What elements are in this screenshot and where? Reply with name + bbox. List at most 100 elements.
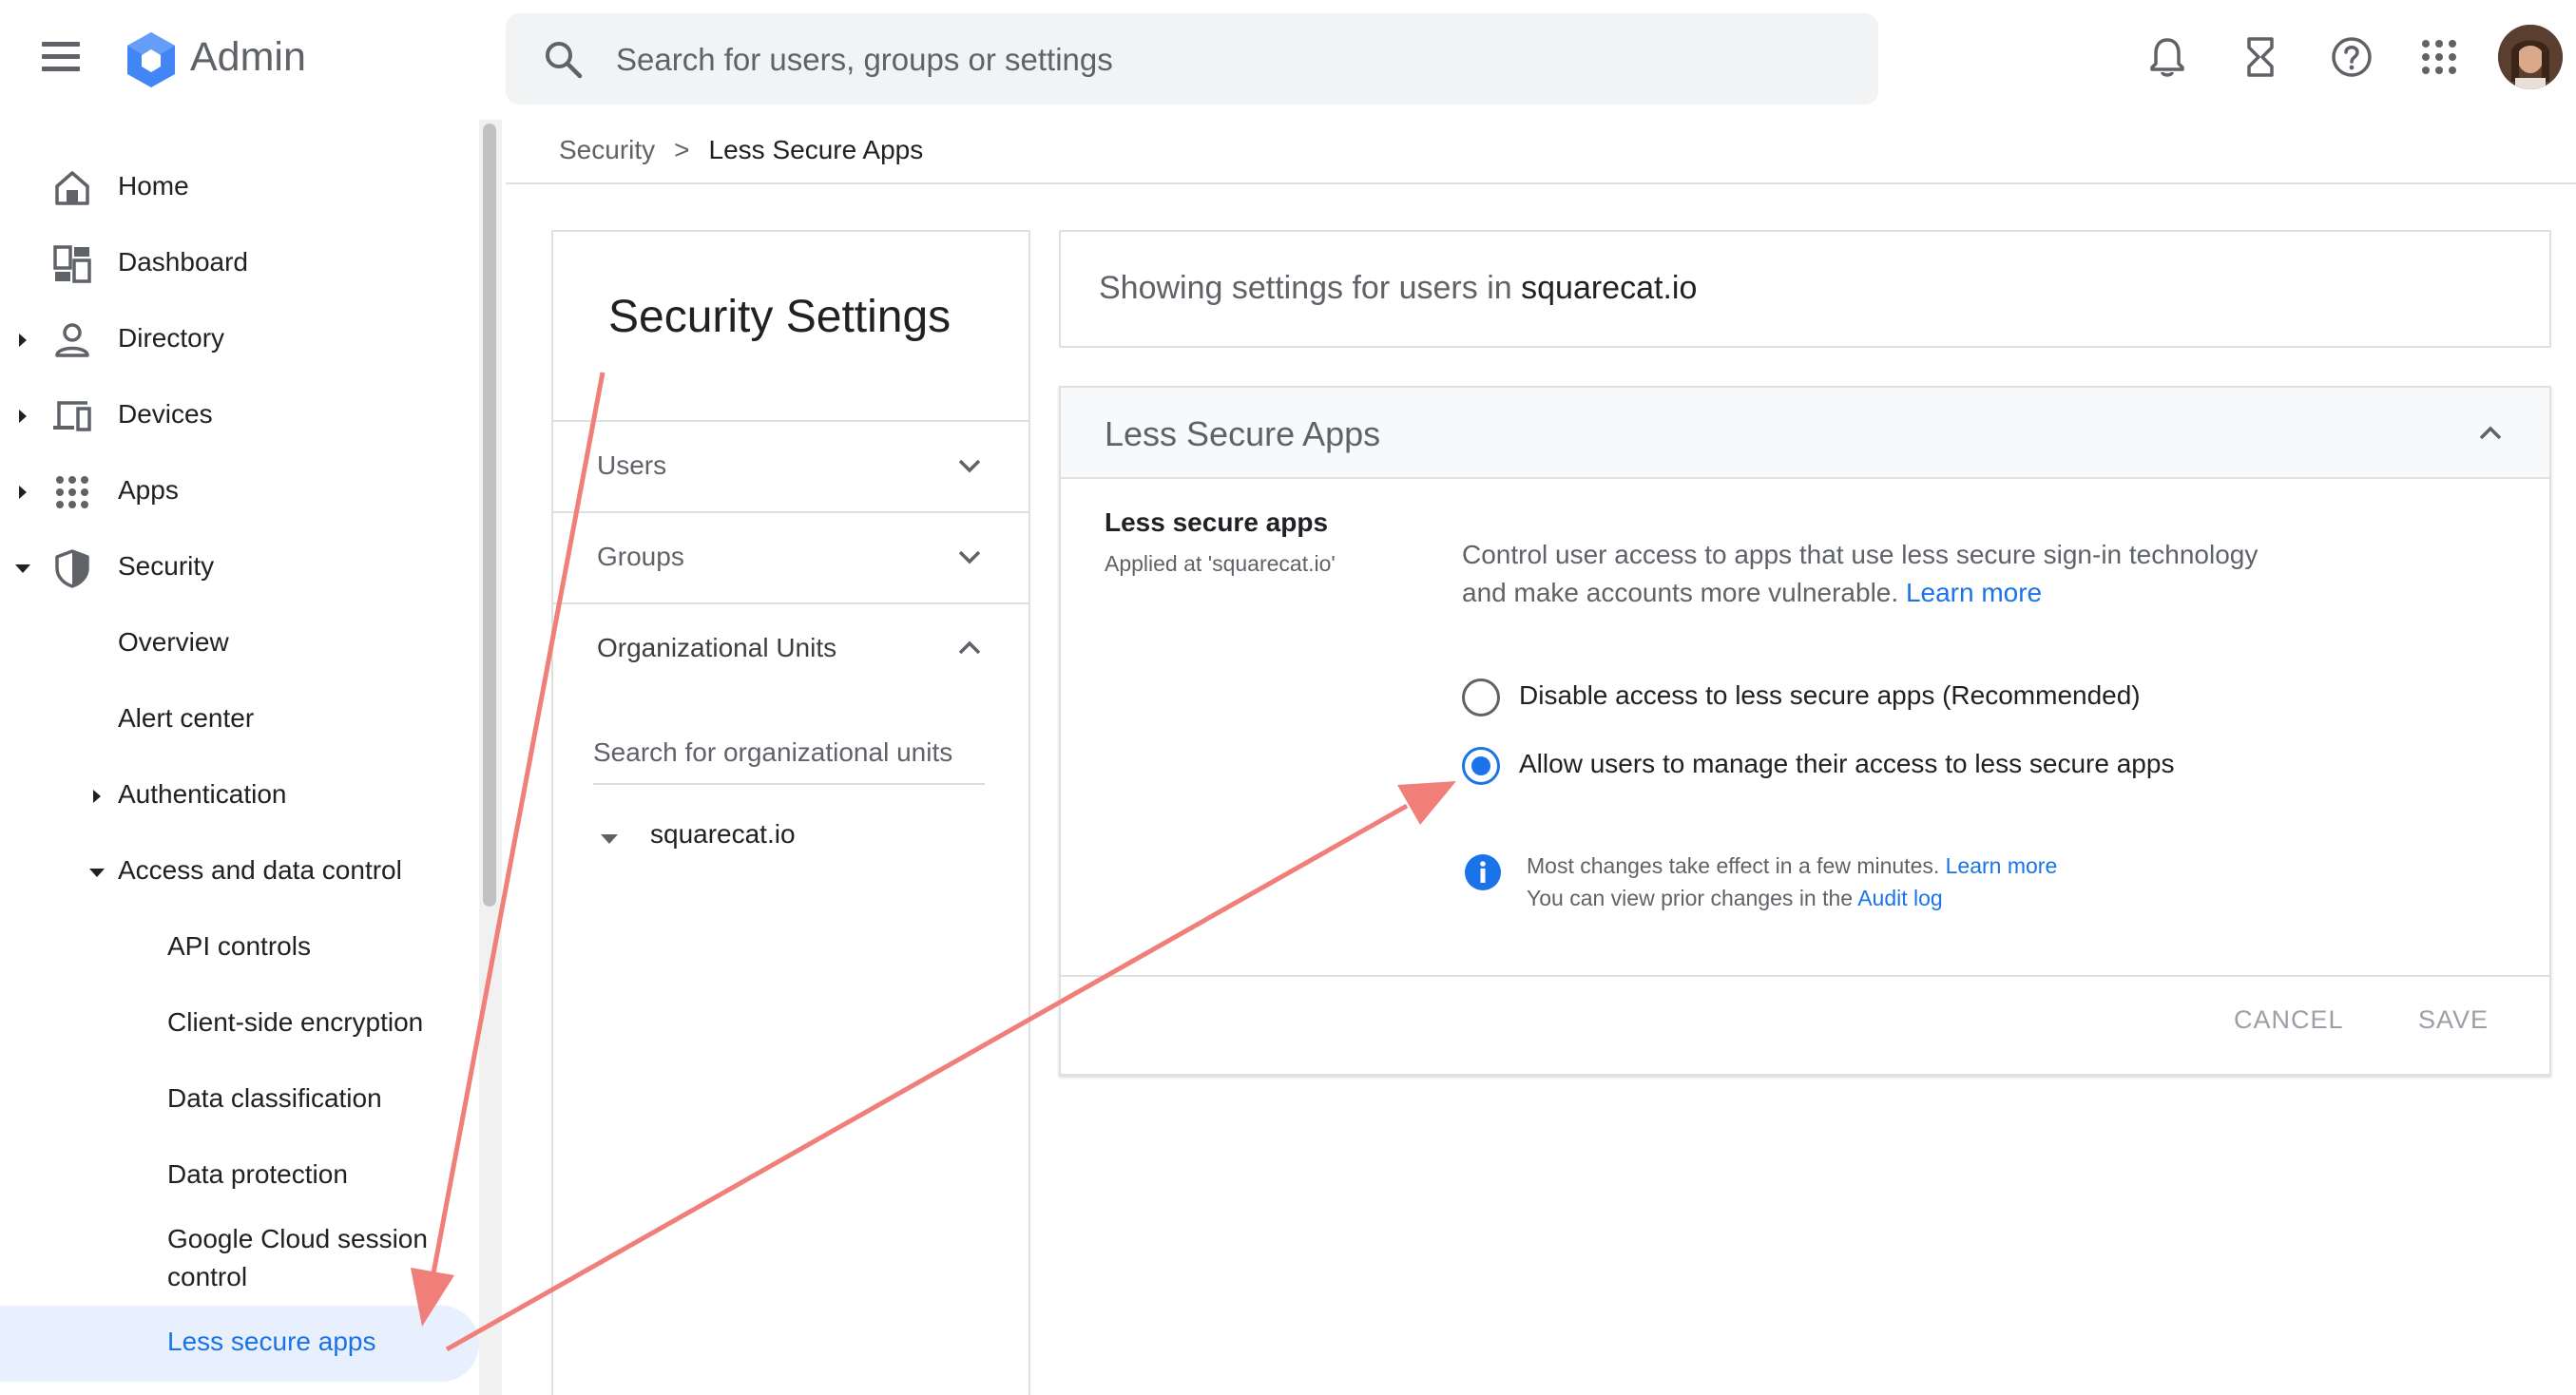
person-icon — [55, 323, 89, 357]
radio-button[interactable] — [1462, 678, 1500, 717]
caret-right-icon[interactable] — [15, 483, 30, 502]
filter-label: Groups — [597, 542, 684, 571]
org-unit-root[interactable]: squarecat.io — [595, 815, 975, 861]
setting-label: Less secure apps — [1105, 507, 1329, 537]
caret-down-icon[interactable] — [87, 866, 106, 879]
filter-groups[interactable]: Groups — [553, 513, 1028, 602]
nav-label: Access and data control — [118, 855, 402, 885]
nav-label: Less secure apps — [167, 1327, 376, 1356]
caret-right-icon[interactable] — [15, 331, 30, 350]
apps-icon — [56, 476, 88, 508]
nav-label: API controls — [167, 931, 311, 961]
org-unit-search-placeholder: Search for organizational units — [593, 737, 953, 767]
breadcrumb: Security > Less Secure Apps — [559, 135, 923, 165]
nav-item-google-cloud-session-control[interactable]: Google Cloud session control — [0, 1216, 479, 1300]
nav-label: Data classification — [167, 1083, 382, 1113]
avatar[interactable] — [2498, 25, 2563, 89]
scope-prefix: Showing settings for users in — [1099, 270, 1512, 306]
scope-org: squarecat.io — [1521, 270, 1698, 306]
divider — [1061, 975, 2549, 977]
breadcrumb-current: Less Secure Apps — [708, 135, 924, 164]
nav-item-devices[interactable]: Devices — [0, 378, 479, 454]
nav-label: Security — [118, 551, 215, 581]
info-icon — [1465, 854, 1501, 890]
settings-panel — [551, 230, 1030, 1395]
save-button[interactable]: SAVE — [2418, 1005, 2489, 1035]
top-bar: Admin Search for users, groups or settin… — [0, 0, 2576, 120]
nav-label: Client-side encryption — [167, 1007, 424, 1037]
caret-down-icon[interactable] — [13, 562, 32, 575]
nav-item-access-data-control[interactable]: Access and data control — [0, 834, 479, 910]
nav-label: Devices — [118, 399, 213, 429]
description-text: Control user access to apps that use les… — [1462, 540, 2259, 607]
caret-right-icon[interactable] — [15, 407, 30, 426]
org-unit-search-input[interactable]: Search for organizational units — [593, 734, 985, 785]
nav-label: Home — [118, 171, 189, 201]
nav-item-data-protection[interactable]: Data protection — [0, 1138, 479, 1214]
nav-item-less-secure-apps[interactable]: Less secure apps — [0, 1306, 479, 1382]
apps-grid-icon[interactable] — [2416, 34, 2462, 80]
search-placeholder: Search for users, groups or settings — [616, 42, 1113, 77]
hourglass-icon[interactable] — [2238, 34, 2283, 80]
chevron-up-icon[interactable] — [2475, 418, 2506, 449]
filter-users[interactable]: Users — [553, 422, 1028, 511]
admin-logo-icon[interactable] — [120, 29, 183, 91]
learn-more-link[interactable]: Learn more — [1906, 578, 2042, 607]
option-disable[interactable]: Disable access to less secure apps (Reco… — [1462, 675, 2317, 720]
devices-icon — [53, 401, 91, 431]
applied-at: Applied at 'squarecat.io' — [1105, 551, 1336, 576]
nav-item-apps[interactable]: Apps — [0, 454, 479, 530]
filter-label: Organizational Units — [597, 633, 837, 662]
info-line1: Most changes take effect in a few minute… — [1527, 853, 1940, 878]
nav-label: Data protection — [167, 1159, 348, 1189]
info-learn-more-link[interactable]: Learn more — [1946, 853, 2058, 878]
option-allow[interactable]: Allow users to manage their access to le… — [1462, 743, 2317, 789]
nav-item-data-classification[interactable]: Data classification — [0, 1062, 479, 1138]
caret-down-icon[interactable] — [599, 832, 620, 846]
card-header[interactable]: Less Secure Apps — [1061, 388, 2549, 479]
less-secure-apps-card: Less Secure Apps Less secure apps Applie… — [1059, 386, 2551, 1076]
radio-button-selected[interactable] — [1462, 747, 1500, 785]
app-title: Admin — [190, 34, 306, 80]
nav-label: Dashboard — [118, 247, 248, 277]
main-menu-icon[interactable] — [42, 42, 95, 80]
nav-item-security[interactable]: Security — [0, 530, 479, 606]
card-title: Less Secure Apps — [1105, 414, 1381, 453]
nav-label-line1: Google Cloud session — [167, 1224, 428, 1253]
nav-label: Alert center — [118, 703, 255, 733]
caret-right-icon[interactable] — [89, 787, 105, 806]
filter-label: Users — [597, 450, 667, 480]
scope-card: Showing settings for users in squarecat.… — [1059, 230, 2551, 348]
breadcrumb-separator: > — [674, 135, 690, 164]
option-label: Allow users to manage their access to le… — [1519, 749, 2175, 778]
nav-item-home[interactable]: Home — [0, 150, 479, 226]
nav-label: Overview — [118, 627, 229, 657]
scope-text: Showing settings for users in squarecat.… — [1099, 270, 1697, 307]
dashboard-icon — [53, 245, 91, 283]
filter-org-units[interactable]: Organizational Units — [553, 604, 1028, 694]
search-input[interactable]: Search for users, groups or settings — [506, 13, 1878, 105]
nav-label: Authentication — [118, 779, 287, 809]
bell-icon[interactable] — [2144, 34, 2190, 80]
nav-scrollbar-thumb[interactable] — [483, 124, 496, 907]
nav-label: Google Cloud session control — [167, 1220, 428, 1296]
chevron-down-icon — [958, 459, 981, 473]
help-icon[interactable] — [2329, 34, 2374, 80]
nav-item-alert-center[interactable]: Alert center — [0, 682, 479, 758]
divider — [506, 182, 2576, 184]
breadcrumb-security[interactable]: Security — [559, 135, 655, 164]
nav-item-overview[interactable]: Overview — [0, 606, 479, 682]
setting-description: Control user access to apps that use les… — [1462, 536, 2279, 612]
nav-item-api-controls[interactable]: API controls — [0, 910, 479, 986]
option-label: Disable access to less secure apps (Reco… — [1519, 680, 2141, 710]
nav-item-directory[interactable]: Directory — [0, 302, 479, 378]
cancel-button[interactable]: CANCEL — [2234, 1005, 2344, 1035]
chevron-down-icon — [958, 550, 981, 564]
nav-item-client-side-encryption[interactable]: Client-side encryption — [0, 986, 479, 1062]
nav-item-dashboard[interactable]: Dashboard — [0, 226, 479, 302]
audit-log-link[interactable]: Audit log — [1857, 886, 1943, 910]
nav-item-authentication[interactable]: Authentication — [0, 758, 479, 834]
chevron-up-icon — [958, 640, 981, 655]
info-text: Most changes take effect in a few minute… — [1527, 850, 2057, 914]
info-line2: You can view prior changes in the — [1527, 886, 1854, 910]
